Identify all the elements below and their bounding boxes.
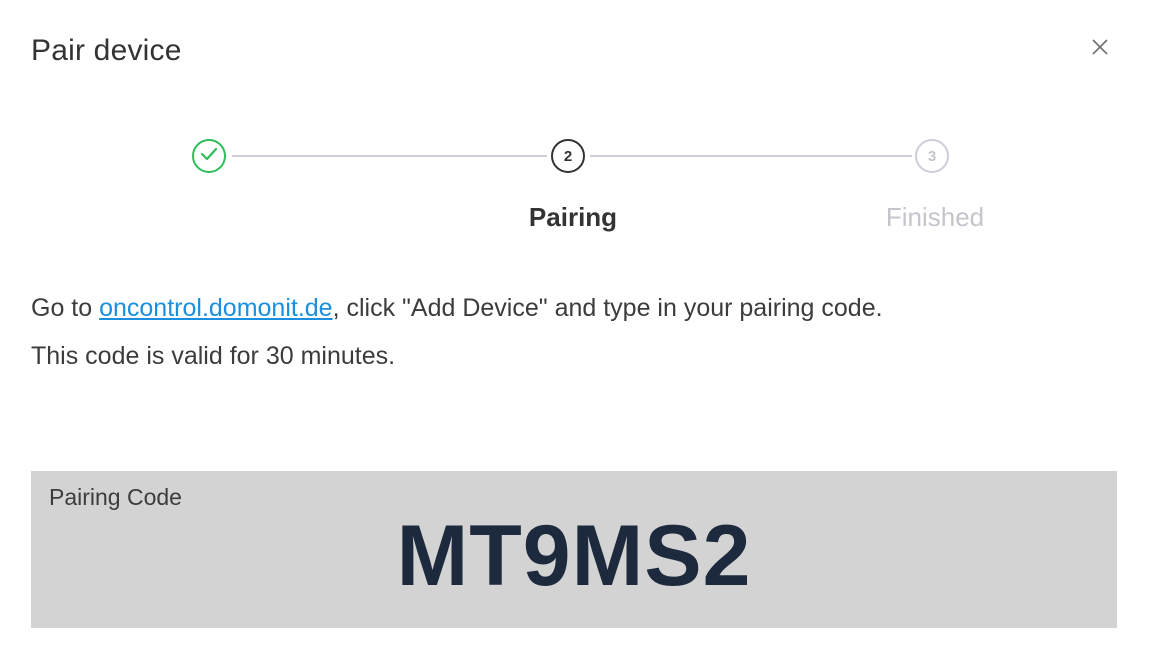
progress-stepper: 2 Pairing 3 Finished [0,0,1151,250]
oncontrol-link[interactable]: oncontrol.domonit.de [99,294,332,322]
pairing-instructions: Go to oncontrol.domonit.de, click "Add D… [31,284,1131,380]
instructions-prefix: Go to [31,294,100,322]
pairing-code-panel: Pairing Code MT9MS2 [31,471,1117,628]
instructions-suffix: , click "Add Device" and type in your pa… [332,294,883,322]
step-2-label: Pairing [528,202,618,232]
step-1-completed [192,139,226,173]
stepper-connector [232,155,547,157]
step-2-indicator: 2 [551,139,585,173]
step-3-label: Finished [885,202,985,232]
check-icon [199,146,219,166]
code-validity-text: This code is valid for 30 minutes. [31,342,396,370]
stepper-connector [590,155,912,157]
pairing-code-value: MT9MS2 [396,508,752,604]
step-3-indicator: 3 [915,139,949,173]
pair-device-dialog: Pair device 2 Pairing 3 Finished Go to o… [0,0,1151,656]
